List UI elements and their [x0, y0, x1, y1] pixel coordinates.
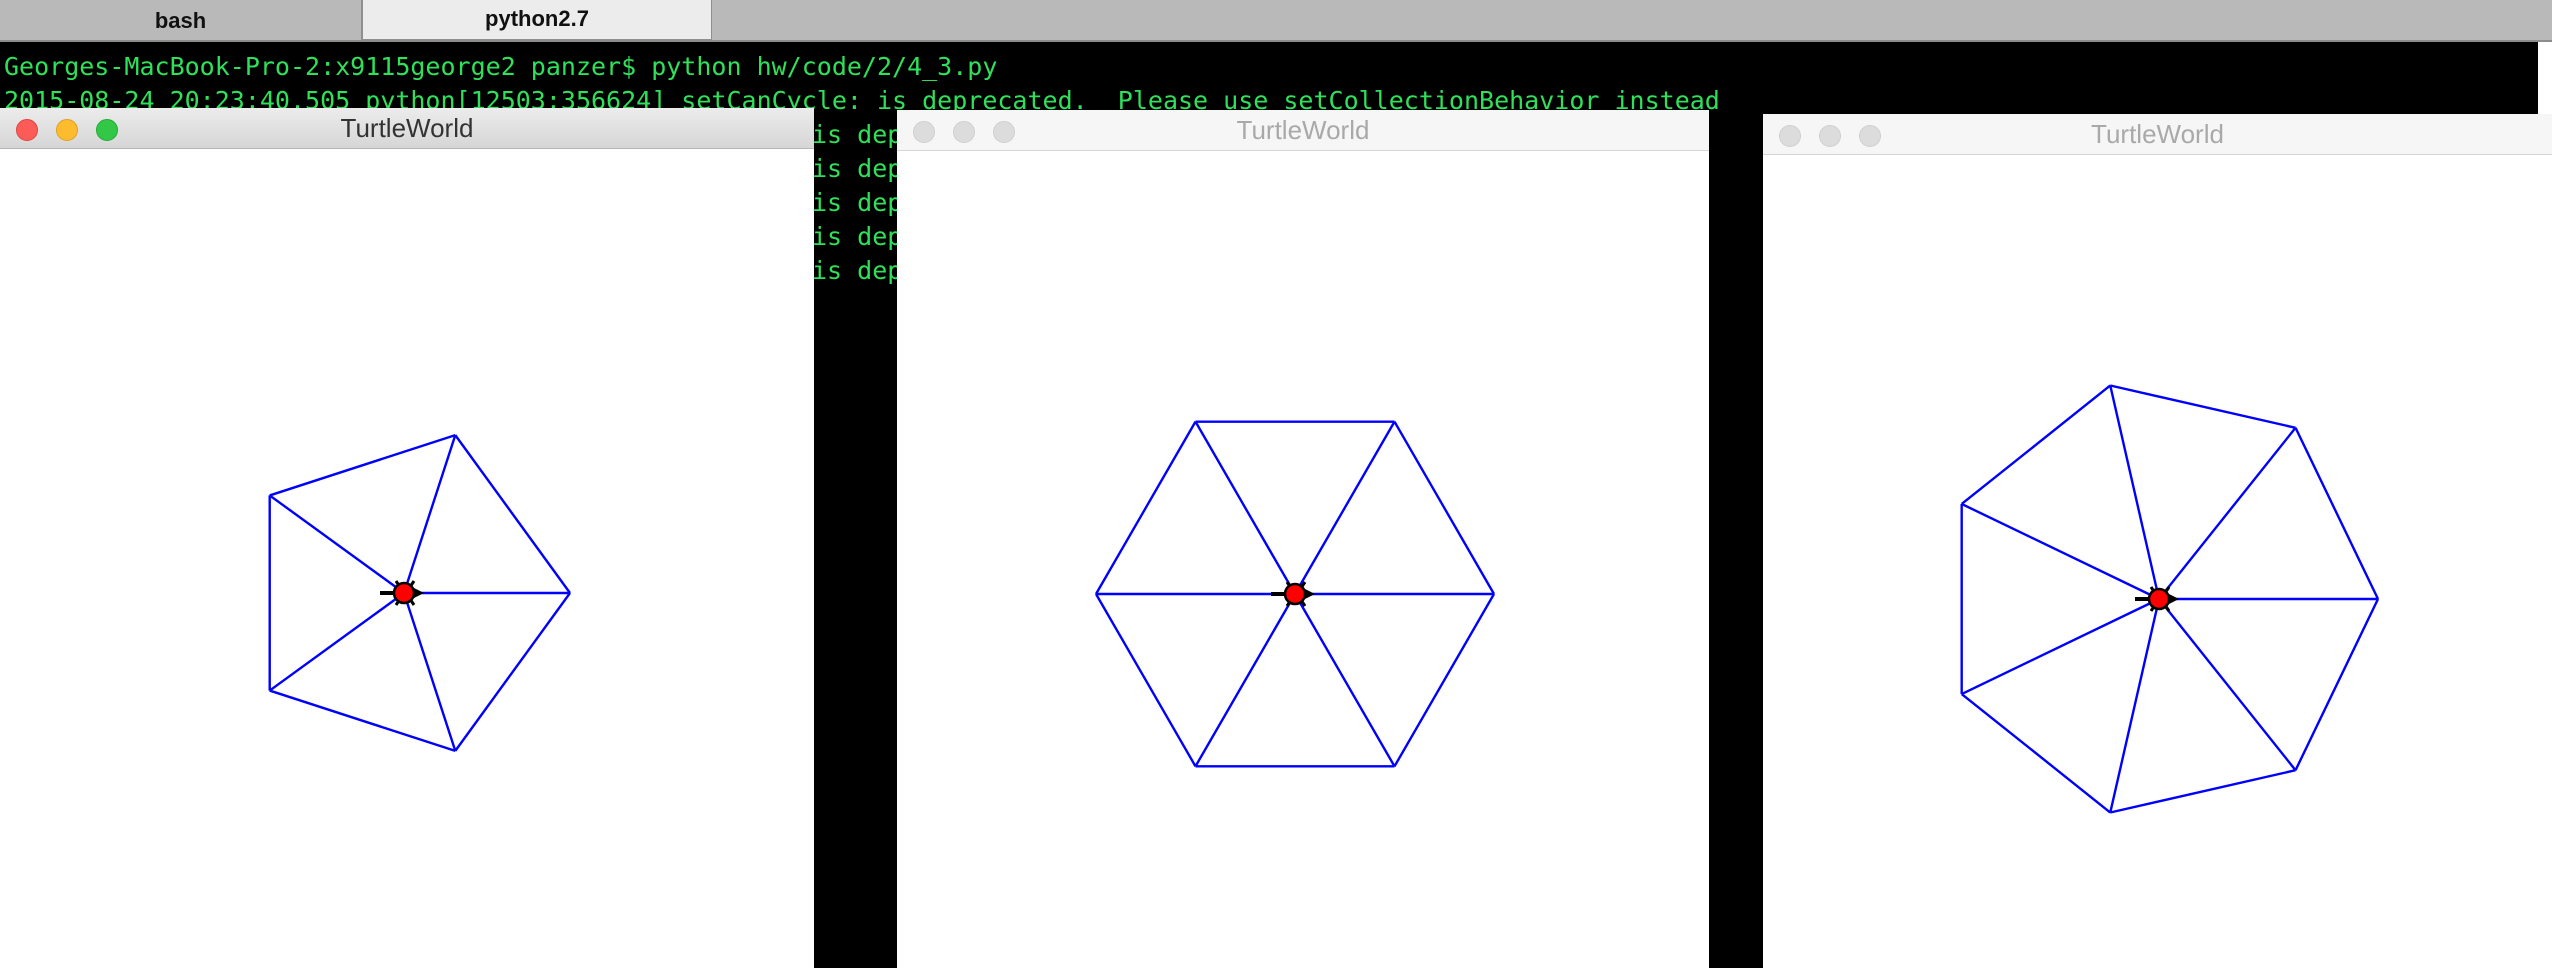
edge-line — [2294, 427, 2380, 600]
zoom-button[interactable] — [1859, 125, 1881, 147]
turtle-icon — [380, 580, 424, 606]
edge-line — [1960, 384, 2112, 505]
spoke-line — [268, 494, 405, 594]
window-titlebar[interactable]: TurtleWorld — [1763, 114, 2552, 155]
edge-line — [2110, 769, 2296, 814]
turtle-canvas[interactable] — [1763, 155, 2552, 968]
spoke-line — [2109, 385, 2161, 600]
terminal-line: is dep — [812, 120, 903, 149]
edge-line — [1393, 593, 1496, 767]
terminal-line: Georges-MacBook-Pro-2:x9115george2 panze… — [4, 52, 998, 81]
window-title: TurtleWorld — [340, 113, 474, 143]
minimize-button[interactable] — [953, 121, 975, 143]
edge-line — [269, 689, 456, 753]
spoke-line — [2158, 427, 2297, 600]
terminal-line: is dep — [812, 256, 903, 285]
edge-line — [1393, 421, 1496, 595]
close-button[interactable] — [1779, 125, 1801, 147]
close-button[interactable] — [913, 121, 935, 143]
window-titlebar[interactable]: TurtleWorld — [897, 110, 1709, 151]
spoke-line — [268, 592, 405, 692]
spoke-line — [1293, 593, 1396, 767]
edge-line — [1094, 593, 1197, 767]
edge-line — [454, 592, 571, 752]
spoke-line — [1293, 421, 1396, 595]
spoke-line — [1194, 421, 1297, 595]
terminal-line: is dep — [812, 154, 903, 183]
spoke-line — [2109, 598, 2161, 813]
minimize-button[interactable] — [1819, 125, 1841, 147]
turtle-canvas[interactable] — [0, 149, 814, 968]
turtleworld-window-hexagon[interactable]: TurtleWorld — [897, 110, 1709, 968]
minimize-button[interactable] — [56, 119, 78, 141]
zoom-button[interactable] — [993, 121, 1015, 143]
edge-line — [1960, 693, 2112, 814]
turtle-icon — [1271, 581, 1315, 607]
window-title: TurtleWorld — [1236, 115, 1370, 145]
edge-line — [269, 433, 456, 497]
spoke-line — [402, 592, 457, 752]
turtleworld-window-heptagon[interactable]: TurtleWorld — [1763, 114, 2552, 968]
edge-line — [2294, 598, 2380, 771]
edge-line — [454, 434, 571, 594]
spoke-line — [2158, 598, 2297, 771]
zoom-button[interactable] — [96, 119, 118, 141]
spoke-line — [1961, 597, 2160, 696]
tab-python[interactable]: python2.7 — [362, 0, 712, 40]
turtleworld-window-pentagon[interactable]: TurtleWorld — [0, 108, 814, 968]
turtle-canvas[interactable] — [897, 151, 1709, 968]
terminal-line: is dep — [812, 188, 903, 217]
tab-bash[interactable]: bash — [0, 0, 362, 40]
spoke-line — [1961, 502, 2160, 601]
edge-line — [2110, 384, 2296, 429]
spoke-line — [1194, 593, 1297, 767]
window-titlebar[interactable]: TurtleWorld — [0, 108, 814, 149]
close-button[interactable] — [16, 119, 38, 141]
terminal-tab-bar: bash python2.7 — [0, 0, 2552, 42]
terminal-line: is dep — [812, 222, 903, 251]
window-title: TurtleWorld — [2091, 119, 2224, 149]
edge-line — [1094, 421, 1197, 595]
spoke-line — [402, 434, 457, 594]
